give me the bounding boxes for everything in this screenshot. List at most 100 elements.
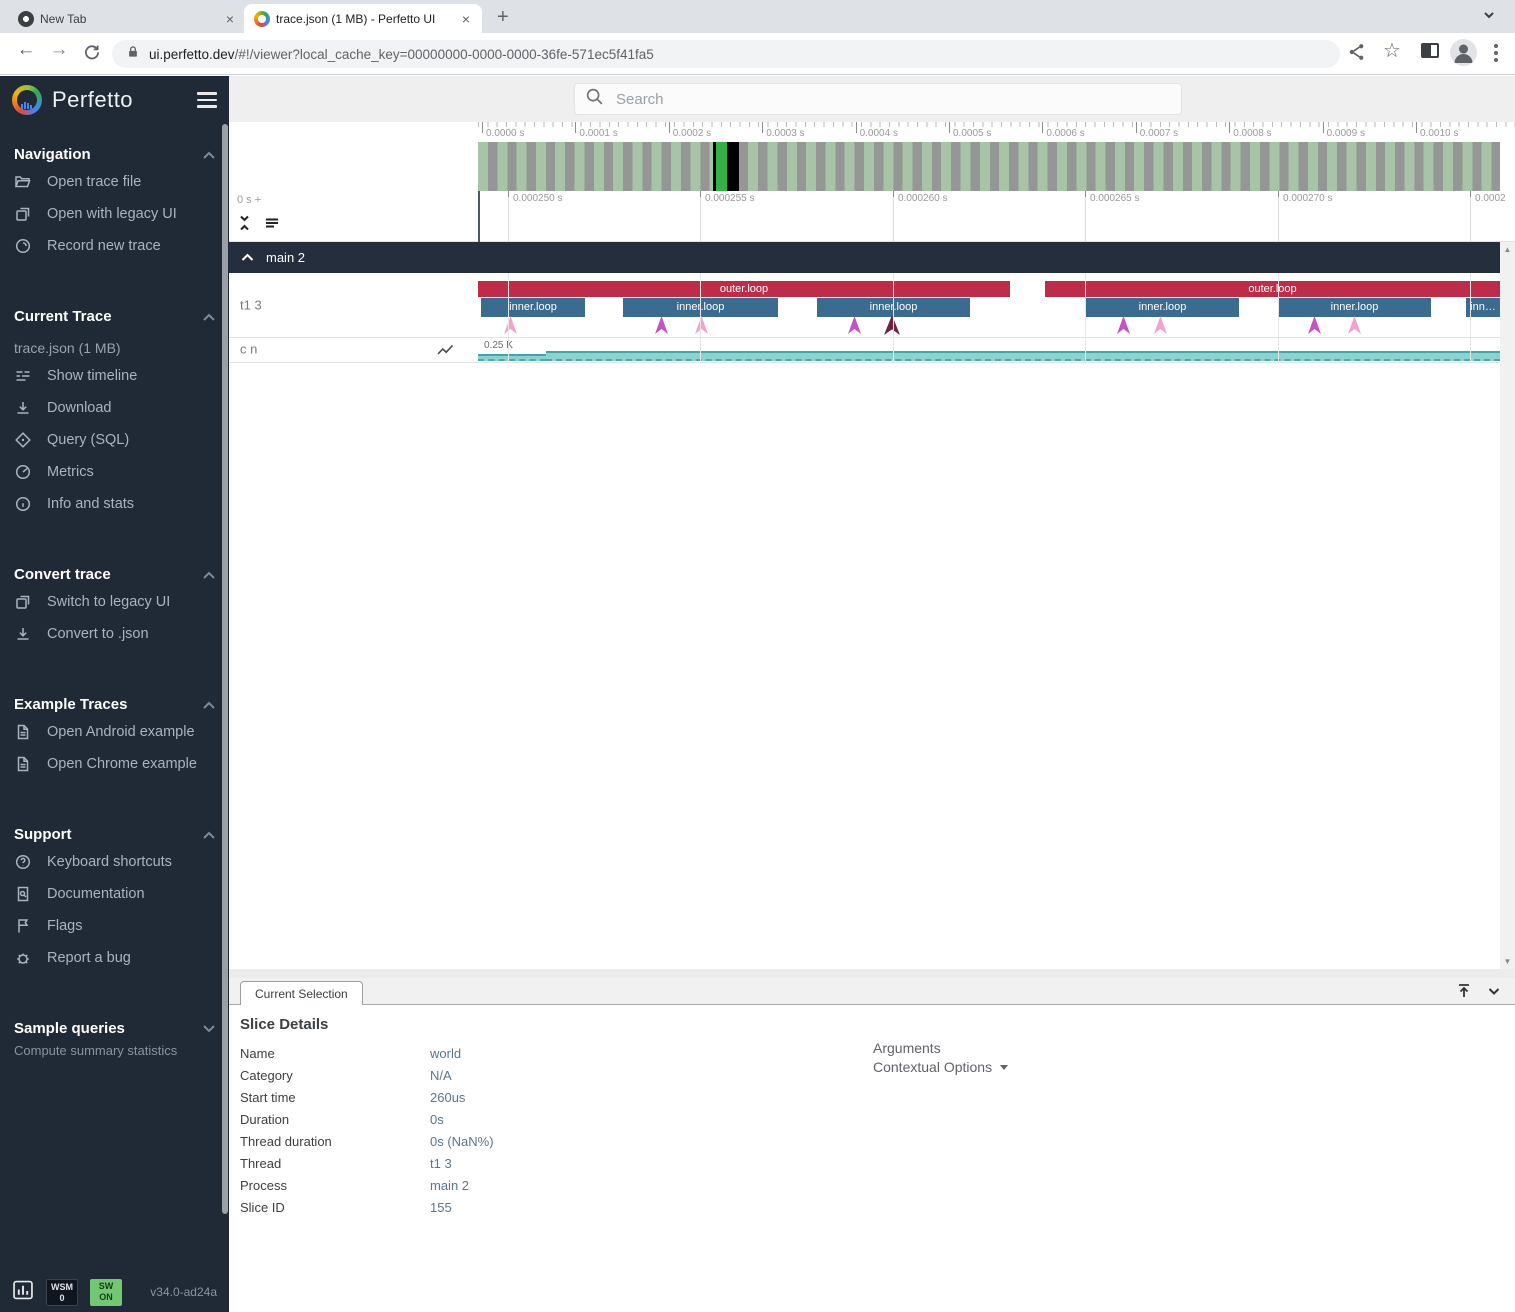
slice-inner-loop[interactable]: inner.loop (623, 298, 778, 317)
bookmark-star-icon[interactable]: ☆ (1383, 38, 1401, 63)
sidebar-item-record-new-trace[interactable]: Record new trace (0, 230, 229, 262)
scroll-down-icon[interactable]: ▼ (1500, 957, 1515, 966)
counter-band[interactable] (478, 354, 546, 361)
thread-track-row[interactable]: t1 3 outer.loopouter.loopinner.loopinner… (229, 273, 1500, 338)
vertical-scrollbar[interactable]: ▲ ▼ (1500, 242, 1515, 969)
search-input[interactable] (616, 91, 1136, 108)
sidebar-item-open-chrome-example[interactable]: Open Chrome example (0, 748, 229, 780)
sidebar-section-header[interactable]: Navigation (0, 142, 229, 166)
detail-ruler-panel[interactable]: 0 s + 0.000250 s0.000255 s0.000260 s0.00… (229, 191, 1515, 242)
sidebar-item-download[interactable]: Download (0, 392, 229, 424)
slice-inner-loop[interactable]: inn… (1466, 298, 1500, 317)
sort-tracks-icon[interactable] (264, 215, 280, 236)
process-group-header[interactable]: main 2 (229, 242, 1500, 273)
chevron-up-icon[interactable] (241, 250, 254, 265)
address-bar[interactable]: ui.perfetto.dev/#!/viewer?local_cache_ke… (112, 40, 1340, 68)
ruler-major-tick (482, 122, 483, 133)
sidebar-section-header[interactable]: Example Traces (0, 692, 229, 716)
sidebar-section: Convert traceSwitch to legacy UIConvert … (0, 562, 229, 650)
tab-close-icon[interactable]: × (224, 11, 236, 27)
sidebar-item-open-with-legacy-ui[interactable]: Open with legacy UI (0, 198, 229, 230)
sidebar-item-metrics[interactable]: Metrics (0, 456, 229, 488)
ruler-tick-label: 0.0010 s (1420, 128, 1458, 139)
minimap-viewport-handle[interactable] (713, 142, 739, 191)
slice-inner-loop[interactable]: inner.loop (1086, 298, 1239, 317)
instant-arrow-selected[interactable] (884, 315, 900, 335)
chevron-up-icon[interactable] (203, 308, 215, 325)
sidebar-item-open-trace-file[interactable]: Open trace file (0, 166, 229, 198)
sidebar-item-report-a-bug[interactable]: Report a bug (0, 942, 229, 974)
contextual-options-dropdown[interactable]: Contextual Options (873, 1059, 1008, 1075)
back-button[interactable]: ← (12, 39, 40, 61)
counter-track-row[interactable]: c n 0.25 K (229, 338, 1500, 363)
sidebar-section-header[interactable]: Sample queries (0, 1016, 229, 1040)
collapse-tracks-icon[interactable] (237, 215, 252, 236)
instant-arrow[interactable] (1154, 316, 1167, 334)
slice-inner-loop[interactable]: inner.loop (1278, 298, 1431, 317)
sidebar-item-info-and-stats[interactable]: Info and stats (0, 488, 229, 520)
chevron-up-icon[interactable] (203, 566, 215, 583)
sidebar-item-flags[interactable]: Flags (0, 910, 229, 942)
chevron-down-icon[interactable] (1482, 8, 1496, 27)
profile-avatar[interactable] (1450, 39, 1477, 66)
instant-arrow[interactable] (1308, 316, 1321, 334)
browser-menu-icon[interactable] (1494, 41, 1498, 65)
sidebar-item-convert-to-json[interactable]: Convert to .json (0, 618, 229, 650)
instant-arrow[interactable] (848, 316, 861, 334)
chevron-up-icon[interactable] (203, 826, 215, 843)
slice-details-table: NameworldCategoryN/AStart time260usDurat… (240, 1042, 494, 1218)
tab-current-selection[interactable]: Current Selection (240, 981, 363, 1005)
sidebar-item-label: Open Chrome example (47, 756, 197, 772)
detail-row: Slice ID155 (240, 1196, 494, 1218)
slice-inner-loop[interactable]: inner.loop (817, 298, 970, 317)
sidebar-item-show-timeline[interactable]: Show timeline (0, 360, 229, 392)
hamburger-menu-icon[interactable] (197, 88, 217, 112)
instant-arrow[interactable] (1117, 316, 1130, 334)
reload-button[interactable] (78, 43, 106, 67)
lock-icon[interactable] (126, 44, 140, 65)
chevron-up-icon[interactable] (203, 146, 215, 163)
new-tab-button[interactable]: + (497, 6, 509, 29)
sidebar-item-keyboard-shortcuts[interactable]: Keyboard shortcuts (0, 846, 229, 878)
sidebar-item-switch-to-legacy-ui[interactable]: Switch to legacy UI (0, 586, 229, 618)
slice-inner-loop[interactable]: inner.loop (481, 298, 585, 317)
tab-close-icon[interactable]: × (460, 11, 472, 27)
instant-arrow[interactable] (695, 316, 708, 334)
expand-panel-icon[interactable] (1455, 982, 1473, 1005)
counter-band[interactable] (546, 351, 1500, 361)
chevron-up-icon[interactable] (203, 696, 215, 713)
instant-arrow[interactable] (1348, 316, 1361, 334)
collapse-panel-icon[interactable] (1485, 982, 1503, 1005)
sidebar-item-documentation[interactable]: Documentation (0, 878, 229, 910)
instant-arrow[interactable] (504, 316, 517, 334)
scroll-up-icon[interactable]: ▲ (1500, 245, 1515, 254)
chevron-down-icon[interactable] (203, 1020, 215, 1037)
detail-label: Thread duration (240, 1130, 430, 1152)
slice-outer-loop[interactable]: outer.loop (478, 281, 1010, 297)
panel-divider[interactable] (229, 969, 1515, 978)
overview-ruler[interactable]: 0.0000 s0.0001 s0.0002 s0.0003 s0.0004 s… (478, 122, 1515, 142)
search-box[interactable] (575, 84, 1181, 114)
sidebar-section-header[interactable]: Current Trace (0, 304, 229, 328)
sidebar-section-header[interactable]: Support (0, 822, 229, 846)
timeline-minimap[interactable] (478, 142, 1500, 191)
sidebar-query-item[interactable]: Compute summary statistics (0, 1040, 229, 1061)
detail-label: Duration (240, 1108, 430, 1130)
instant-arrow[interactable] (655, 316, 668, 334)
globe-favicon-icon (18, 11, 34, 27)
folder-open-icon (14, 173, 32, 191)
sidebar: Perfetto NavigationOpen trace fileOpen w… (0, 76, 229, 1312)
share-icon[interactable] (1347, 42, 1367, 67)
slice-outer-loop[interactable]: outer.loop (1045, 281, 1500, 297)
sidebar-item-open-android-example[interactable]: Open Android example (0, 716, 229, 748)
forward-button[interactable]: → (45, 39, 73, 61)
chart-icon[interactable] (12, 1280, 34, 1305)
browser-tab[interactable]: New Tab× (8, 4, 246, 33)
sidebar-section-header[interactable]: Convert trace (0, 562, 229, 586)
browser-tab[interactable]: trace.json (1 MB) - Perfetto UI× (244, 4, 482, 33)
side-panel-icon[interactable] (1420, 42, 1440, 64)
detail-gridline (508, 191, 509, 242)
sidebar-item-query-sql-[interactable]: Query (SQL) (0, 424, 229, 456)
sidebar-scrollbar[interactable] (222, 124, 228, 1214)
sidebar-item-label: Documentation (47, 886, 145, 902)
